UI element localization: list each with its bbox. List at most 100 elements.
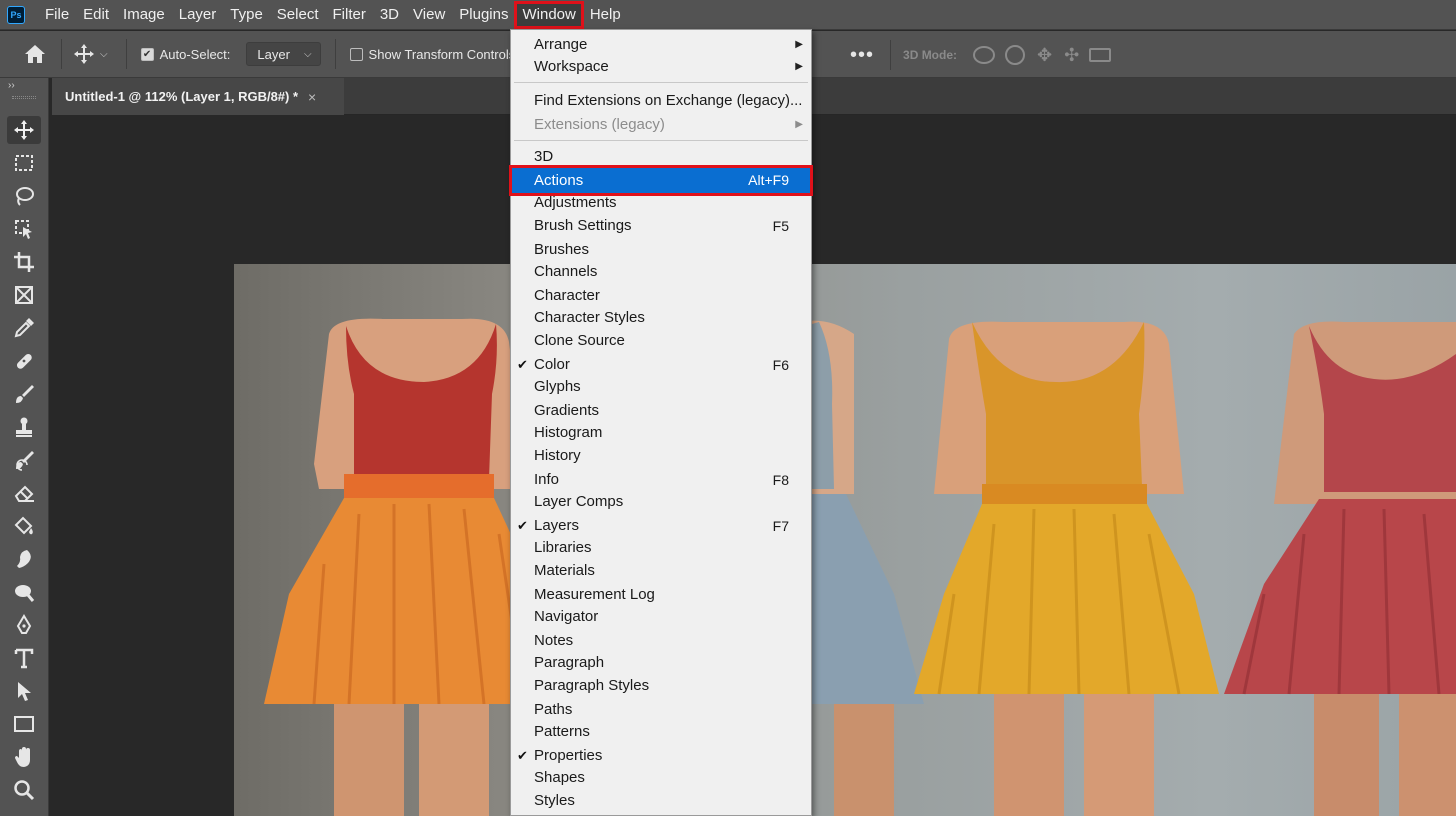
3d-scale-icon[interactable] bbox=[1089, 48, 1112, 62]
menu-item-label: Workspace bbox=[534, 58, 609, 75]
menu-item-label: Character bbox=[534, 287, 600, 304]
eraser-tool-icon[interactable] bbox=[7, 479, 41, 507]
menu-item-layers[interactable]: ✔ Layers F7 bbox=[511, 515, 811, 537]
menu-item-workspace[interactable]: Workspace ▶ bbox=[511, 56, 811, 78]
lasso-tool-icon[interactable] bbox=[7, 182, 41, 210]
menu-item-character[interactable]: Character bbox=[511, 285, 811, 307]
document-tab-title: Untitled-1 @ 112% (Layer 1, RGB/8#) * bbox=[65, 89, 299, 104]
menu-separator bbox=[514, 82, 808, 83]
menu-item-paths[interactable]: Paths bbox=[511, 699, 811, 721]
auto-select-checkbox[interactable]: ✔ bbox=[140, 47, 154, 61]
paint-bucket-tool-icon[interactable] bbox=[7, 512, 41, 540]
rectangle-tool-icon[interactable] bbox=[7, 710, 41, 738]
clone-stamp-tool-icon[interactable] bbox=[7, 413, 41, 441]
menu-separator bbox=[514, 140, 808, 141]
menu-file[interactable]: File bbox=[38, 2, 76, 28]
menu-help[interactable]: Help bbox=[583, 2, 628, 28]
menu-item-label: Extensions (legacy) bbox=[534, 116, 665, 133]
menu-item-3d[interactable]: 3D bbox=[511, 146, 811, 168]
menu-item-arrange[interactable]: Arrange ▶ bbox=[511, 34, 811, 56]
submenu-arrow-icon: ▶ bbox=[795, 39, 803, 50]
home-icon[interactable] bbox=[21, 40, 49, 68]
3d-pan-icon[interactable]: ✥ bbox=[1037, 45, 1052, 66]
type-tool-icon[interactable] bbox=[7, 644, 41, 672]
document-canvas[interactable] bbox=[234, 264, 1456, 816]
menu-item-paragraph-styles[interactable]: Paragraph Styles bbox=[511, 675, 811, 697]
menu-item-character-styles[interactable]: Character Styles bbox=[511, 307, 811, 329]
crop-tool-icon[interactable] bbox=[7, 248, 41, 276]
3d-slide-icon[interactable]: ✣ bbox=[1064, 45, 1079, 66]
menu-item-adjustments[interactable]: Adjustments bbox=[511, 192, 811, 214]
more-tools-icon[interactable] bbox=[7, 804, 41, 816]
path-selection-tool-icon[interactable] bbox=[7, 677, 41, 705]
submenu-arrow-icon: ▶ bbox=[795, 119, 803, 130]
menu-bar: Ps File Edit Image Layer Type Select Fil… bbox=[0, 0, 1456, 30]
menu-item-history[interactable]: History bbox=[511, 445, 811, 467]
menu-item-styles[interactable]: Styles bbox=[511, 790, 811, 812]
menu-item-glyphs[interactable]: Glyphs bbox=[511, 376, 811, 398]
menu-item-measurement-log[interactable]: Measurement Log bbox=[511, 584, 811, 606]
3d-roll-icon[interactable] bbox=[1005, 45, 1026, 65]
panel-grip[interactable] bbox=[12, 96, 36, 99]
collapse-panel-icon[interactable]: ›› bbox=[8, 80, 15, 91]
window-menu-dropdown: Arrange ▶ Workspace ▶ Find Extensions on… bbox=[509, 29, 813, 816]
menu-type[interactable]: Type bbox=[223, 2, 270, 28]
menu-item-brush-settings[interactable]: Brush Settings F5 bbox=[511, 215, 811, 237]
menu-item-paragraph[interactable]: Paragraph bbox=[511, 652, 811, 674]
menu-item-find-extensions[interactable]: Find Extensions on Exchange (legacy)... bbox=[511, 90, 811, 112]
menu-view[interactable]: View bbox=[406, 2, 452, 28]
move-tool-preset-icon[interactable] bbox=[70, 40, 98, 68]
menu-edit[interactable]: Edit bbox=[76, 2, 116, 28]
menu-item-clone-source[interactable]: Clone Source bbox=[511, 330, 811, 352]
blur-tool-icon[interactable] bbox=[7, 545, 41, 573]
close-icon[interactable]: × bbox=[308, 89, 316, 105]
menu-layer[interactable]: Layer bbox=[172, 2, 224, 28]
menu-item-gradients[interactable]: Gradients bbox=[511, 400, 811, 422]
dress-image bbox=[264, 318, 1456, 816]
menu-item-label: Character Styles bbox=[534, 309, 645, 326]
menu-item-actions[interactable]: Actions Alt+F9 bbox=[509, 165, 813, 196]
brush-tool-icon[interactable] bbox=[7, 380, 41, 408]
menu-item-notes[interactable]: Notes bbox=[511, 630, 811, 652]
chevron-down-icon[interactable]: ⌵ bbox=[100, 49, 108, 60]
menu-item-libraries[interactable]: Libraries bbox=[511, 537, 811, 559]
show-transform-label: Show Transform Controls bbox=[368, 46, 516, 62]
menu-item-shapes[interactable]: Shapes bbox=[511, 767, 811, 789]
eyedropper-tool-icon[interactable] bbox=[7, 314, 41, 342]
show-transform-checkbox[interactable] bbox=[349, 47, 363, 61]
menu-item-histogram[interactable]: Histogram bbox=[511, 422, 811, 444]
object-selection-tool-icon[interactable] bbox=[7, 215, 41, 243]
menu-3d[interactable]: 3D bbox=[373, 2, 406, 28]
pen-tool-icon[interactable] bbox=[7, 611, 41, 639]
menu-item-shortcut: Alt+F9 bbox=[748, 172, 789, 188]
menu-item-patterns[interactable]: Patterns bbox=[511, 721, 811, 743]
3d-orbit-icon[interactable] bbox=[973, 46, 996, 64]
menu-item-info[interactable]: Info F8 bbox=[511, 469, 811, 491]
menu-item-label: Layer Comps bbox=[534, 493, 624, 510]
menu-image[interactable]: Image bbox=[116, 2, 172, 28]
menu-item-channels[interactable]: Channels bbox=[511, 261, 811, 283]
auto-select-target-select[interactable]: Layer ⌵ bbox=[246, 42, 321, 66]
menu-filter[interactable]: Filter bbox=[326, 2, 373, 28]
more-options-icon[interactable]: ••• bbox=[850, 44, 874, 67]
menu-item-navigator[interactable]: Navigator bbox=[511, 606, 811, 628]
zoom-tool-icon[interactable] bbox=[7, 776, 41, 804]
menu-select[interactable]: Select bbox=[270, 2, 326, 28]
marquee-tool-icon[interactable] bbox=[7, 149, 41, 177]
hand-tool-icon[interactable] bbox=[7, 743, 41, 771]
frame-tool-icon[interactable] bbox=[7, 281, 41, 309]
dodge-tool-icon[interactable] bbox=[7, 578, 41, 606]
move-tool-icon[interactable] bbox=[7, 116, 41, 144]
menu-plugins[interactable]: Plugins bbox=[452, 2, 515, 28]
healing-brush-tool-icon[interactable] bbox=[7, 347, 41, 375]
menu-item-properties[interactable]: ✔ Properties bbox=[511, 745, 811, 767]
menu-window[interactable]: Window bbox=[514, 0, 584, 29]
menu-item-color[interactable]: ✔ Color F6 bbox=[511, 354, 811, 376]
figure-blue-dress bbox=[794, 320, 924, 816]
document-tab[interactable]: Untitled-1 @ 112% (Layer 1, RGB/8#) * × bbox=[52, 78, 344, 115]
menu-item-materials[interactable]: Materials bbox=[511, 560, 811, 582]
history-brush-tool-icon[interactable] bbox=[7, 446, 41, 474]
menu-item-brushes[interactable]: Brushes bbox=[511, 239, 811, 261]
menu-item-shortcut: F6 bbox=[772, 357, 789, 373]
menu-item-layer-comps[interactable]: Layer Comps bbox=[511, 491, 811, 513]
